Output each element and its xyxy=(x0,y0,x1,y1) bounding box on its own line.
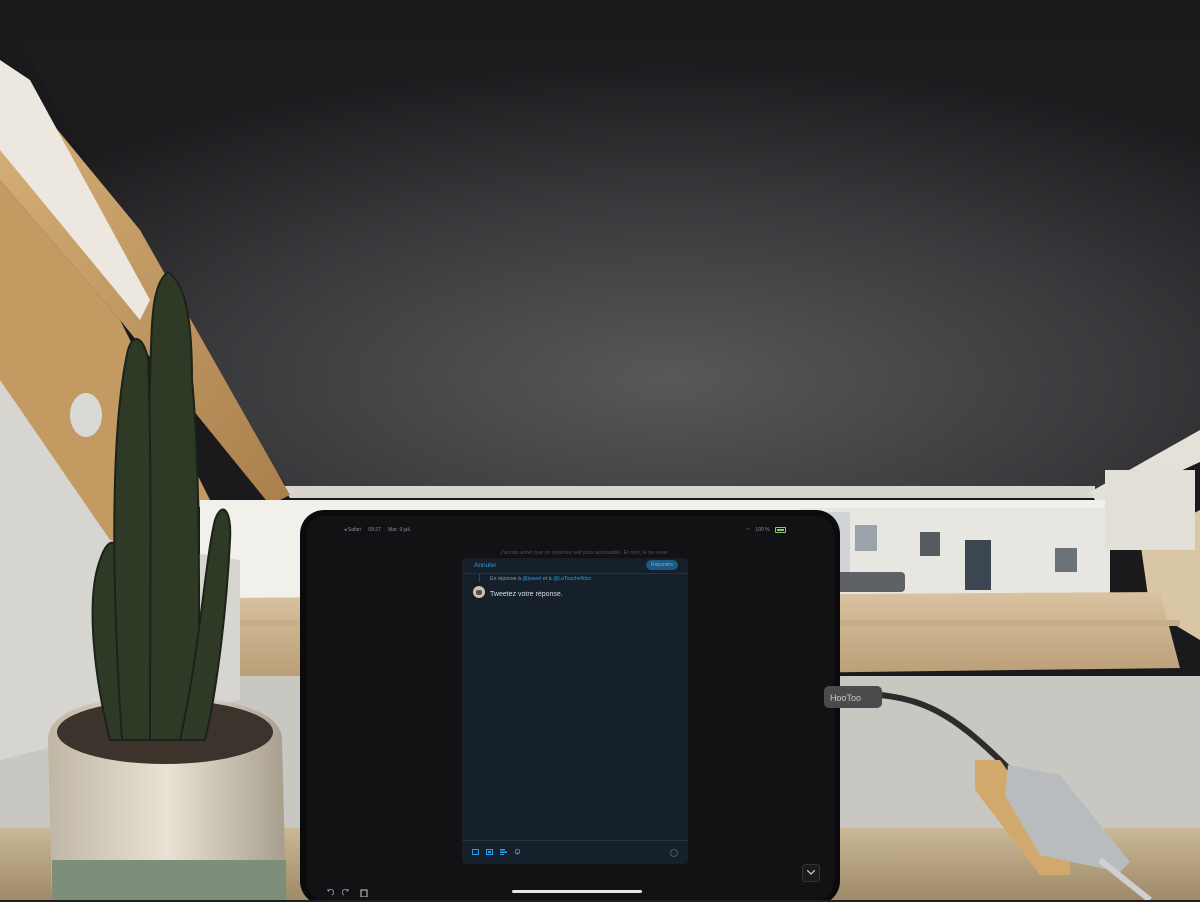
image-icon[interactable] xyxy=(472,849,479,855)
status-time: 09:27 xyxy=(368,527,381,533)
wall-sensor xyxy=(70,393,102,437)
back-to-app-link[interactable]: ◂ Safari xyxy=(344,527,361,533)
character-count-ring xyxy=(670,849,678,857)
blind-bottom-bar xyxy=(282,486,1095,498)
thread-line xyxy=(479,574,480,582)
cancel-button[interactable]: Annuler xyxy=(474,562,496,569)
reply-context-join: et à xyxy=(542,576,552,582)
tweet-reply-input[interactable] xyxy=(490,588,670,600)
background-tweet-text: J'aurais aimé que ce réponse soit plus a… xyxy=(500,550,668,556)
status-right: ◠ 100 % xyxy=(742,527,786,533)
status-date: Mar. 9 juil. xyxy=(388,527,412,533)
reply-context: En réponse à @joseet et à @LaToucheNico xyxy=(490,576,591,582)
gif-icon[interactable] xyxy=(486,849,493,855)
undo-icon[interactable] xyxy=(326,884,335,896)
reply-compose-sheet: Annuler Répondre En réponse à @joseet et… xyxy=(462,558,688,864)
reply-context-prefix: En réponse à xyxy=(490,576,521,582)
location-icon[interactable] xyxy=(514,849,521,855)
reply-button[interactable]: Répondre xyxy=(646,560,678,570)
charger-brand-text: HooToo xyxy=(830,693,861,703)
reply-handle-2[interactable]: @LaToucheNico xyxy=(553,576,591,582)
status-bar: ◂ Safari 09:27 Mar. 9 juil. ◠ 100 % xyxy=(312,518,832,534)
ipad-screen: ◂ Safari 09:27 Mar. 9 juil. ◠ 100 % J'au… xyxy=(312,518,832,900)
paste-icon[interactable] xyxy=(360,884,368,898)
reply-handle-1[interactable]: @joseet xyxy=(522,576,541,582)
battery-icon xyxy=(775,527,786,533)
wifi-icon: ◠ xyxy=(745,527,751,534)
battery-percent: 100 % xyxy=(755,527,770,534)
redo-icon[interactable] xyxy=(341,884,350,896)
compose-toolbar xyxy=(462,840,688,864)
keyboard-dismiss-icon[interactable] xyxy=(802,864,820,882)
poll-icon[interactable] xyxy=(500,849,507,855)
avatar xyxy=(473,586,485,598)
home-indicator[interactable] xyxy=(512,890,642,893)
compose-header: Annuler Répondre xyxy=(462,558,688,574)
status-left: ◂ Safari 09:27 Mar. 9 juil. xyxy=(344,527,417,533)
keyboard-shortcut-bar xyxy=(312,872,832,900)
